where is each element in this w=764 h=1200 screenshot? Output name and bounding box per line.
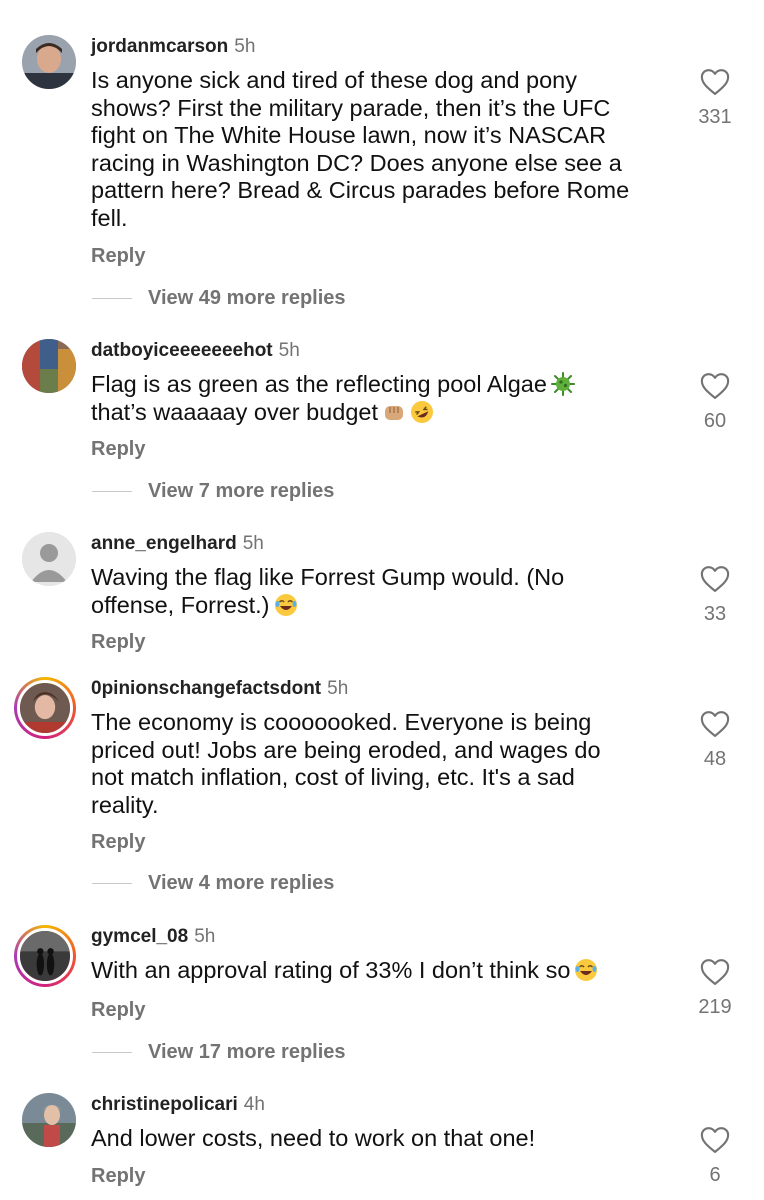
username[interactable]: 0pinionschangefactsdont (91, 678, 321, 699)
comment-line: fight on The White House lawn, now it’s … (91, 122, 607, 148)
fist-emoji (382, 400, 406, 424)
like-count: 60 (703, 410, 727, 432)
comment-text: The economy is cooooooked. Everyone is b… (91, 709, 681, 819)
heart-outline-icon[interactable] (700, 710, 730, 738)
heart-outline-icon[interactable] (700, 958, 730, 986)
comment-meta: gymcel_08 5h (91, 926, 215, 948)
joy-emoji (274, 593, 298, 617)
avatar[interactable] (14, 925, 76, 987)
view-replies-label: View 49 more replies (148, 287, 346, 309)
comment-text: Flag is as green as the reflecting pool … (91, 371, 681, 426)
username[interactable]: jordanmcarson (91, 36, 228, 57)
story-ring (17, 680, 73, 736)
like-control: 331 (690, 68, 740, 129)
divider (92, 1052, 132, 1053)
heart-outline-icon[interactable] (700, 68, 730, 96)
story-ring (17, 928, 73, 984)
view-replies-button[interactable]: View 7 more replies (92, 480, 334, 503)
divider (92, 298, 132, 299)
reply-button[interactable]: Reply (91, 831, 145, 854)
comment-line: not match inflation, cost of living, etc… (91, 764, 575, 790)
comment-meta: anne_engelhard 5h (91, 533, 264, 555)
reply-button[interactable]: Reply (91, 245, 145, 268)
comment-line: Flag is as green as the reflecting pool … (91, 371, 547, 397)
comment-line: racing in Washington DC? Does anyone els… (91, 149, 622, 176)
view-replies-button[interactable]: View 17 more replies (92, 1041, 346, 1064)
like-count: 219 (698, 996, 732, 1018)
avatar[interactable] (22, 1093, 76, 1147)
timestamp: 5h (278, 340, 300, 361)
view-replies-label: View 4 more replies (148, 872, 335, 894)
like-control: 219 (690, 958, 740, 1019)
timestamp: 4h (243, 1094, 265, 1115)
avatar[interactable] (14, 677, 76, 739)
like-count: 331 (698, 106, 732, 128)
view-replies-label: View 7 more replies (148, 480, 335, 502)
reply-button[interactable]: Reply (91, 438, 145, 461)
comment-text: Is anyone sick and tired of these dog an… (91, 67, 681, 232)
divider (92, 491, 132, 492)
like-control: 60 (690, 372, 740, 433)
comment-text: Waving the flag like Forrest Gump would.… (91, 564, 681, 619)
heart-outline-icon[interactable] (700, 1126, 730, 1154)
timestamp: 5h (194, 926, 216, 947)
divider (92, 883, 132, 884)
comment-meta: christinepolicari 4h (91, 1094, 265, 1116)
reply-button[interactable]: Reply (91, 631, 145, 654)
comment-text: With an approval rating of 33% I don’t t… (91, 957, 681, 985)
avatar[interactable] (22, 35, 76, 89)
like-control: 6 (690, 1126, 740, 1187)
heart-outline-icon[interactable] (700, 372, 730, 400)
comment-line: pattern here? Bread & Circus parades bef… (91, 177, 630, 203)
timestamp: 5h (234, 36, 256, 57)
timestamp: 5h (242, 533, 264, 554)
microbe-emoji (550, 372, 575, 396)
comment-line: The economy is cooooooked. Everyone is b… (91, 709, 592, 735)
rofl-emoji (410, 400, 434, 424)
comment-line: that’s waaaaay over budget (91, 398, 378, 425)
username[interactable]: datboyiceeeeeeehot (91, 340, 273, 361)
view-replies-button[interactable]: View 4 more replies (92, 872, 334, 895)
comment-line: With an approval rating of 33% I don’t t… (91, 957, 571, 983)
like-count: 33 (703, 603, 727, 625)
comment-line: offense, Forrest.) (91, 591, 270, 618)
like-control: 33 (690, 565, 740, 626)
like-count: 6 (709, 1164, 721, 1186)
comment-line: reality. (91, 791, 159, 818)
comment-line: Waving the flag like Forrest Gump would.… (91, 564, 565, 590)
avatar[interactable] (22, 532, 76, 586)
comment-meta: 0pinionschangefactsdont 5h (91, 678, 348, 700)
comment-meta: datboyiceeeeeeehot 5h (91, 340, 300, 362)
joy-emoji (574, 958, 598, 982)
comment-line: And lower costs, need to work on that on… (91, 1125, 536, 1151)
like-count: 48 (703, 748, 727, 770)
view-replies-label: View 17 more replies (148, 1041, 346, 1063)
default-avatar-icon (22, 532, 76, 586)
comment-text: And lower costs, need to work on that on… (91, 1125, 681, 1153)
comment-line: fell. (91, 204, 128, 231)
heart-outline-icon[interactable] (700, 565, 730, 593)
timestamp: 5h (327, 678, 349, 699)
like-control: 48 (690, 710, 740, 771)
comment-line: Is anyone sick and tired of these dog an… (91, 67, 577, 93)
view-replies-button[interactable]: View 49 more replies (92, 287, 346, 310)
comment-meta: jordanmcarson 5h (91, 36, 255, 58)
comment-line: shows? First the military parade, then i… (91, 94, 611, 121)
username[interactable]: gymcel_08 (91, 926, 188, 947)
reply-button[interactable]: Reply (91, 1165, 145, 1188)
avatar[interactable] (22, 339, 76, 393)
comment-line: priced out! Jobs are being eroded, and w… (91, 736, 601, 763)
username[interactable]: christinepolicari (91, 1094, 238, 1115)
username[interactable]: anne_engelhard (91, 533, 237, 554)
reply-button[interactable]: Reply (91, 999, 145, 1022)
